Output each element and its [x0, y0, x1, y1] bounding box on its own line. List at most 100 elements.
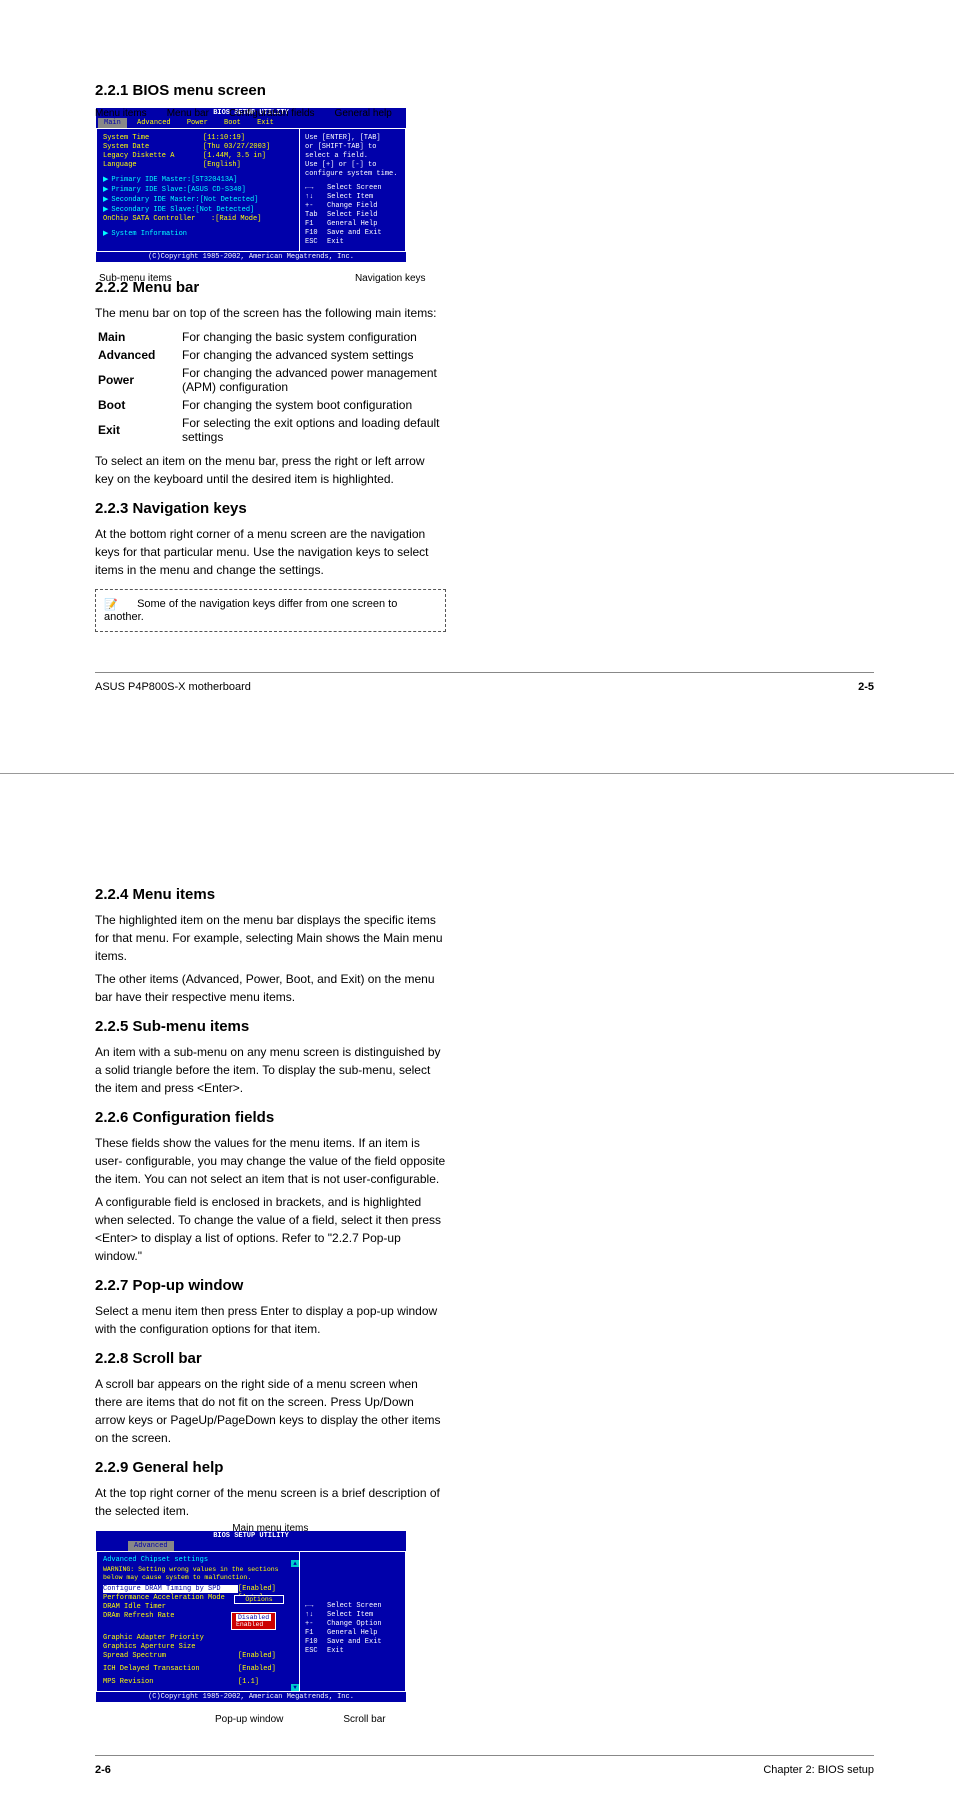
body-text: At the top right corner of the menu scre…: [95, 1484, 446, 1520]
bios-item-selected: Configure DRAM Timing by SPD: [103, 1585, 238, 1593]
bios-val: [Enabled]: [238, 1585, 276, 1593]
bios-val: :[ST320413A]: [187, 176, 237, 184]
nav-key: +-: [305, 202, 327, 210]
bios-item: Graphics Aperture Size: [103, 1643, 238, 1651]
table-val: For selecting the exit options and loadi…: [181, 415, 444, 445]
bios-item: DRAM Idle Timer: [103, 1603, 238, 1611]
triangle-icon: ▶: [103, 186, 108, 194]
bios-help-line: Use [+] or [-] to: [305, 161, 400, 169]
bios-item: ICH Delayed Transaction: [103, 1665, 238, 1673]
note-text: Some of the navigation keys differ from …: [104, 598, 397, 623]
body-text: The highlighted item on the menu bar dis…: [95, 911, 446, 965]
page-footer: 2-6 Chapter 2: BIOS setup: [95, 1755, 874, 1776]
callout-label: Menu bar: [167, 108, 209, 119]
menu-items-table: MainFor changing the basic system config…: [95, 327, 446, 447]
nav-desc: Select Screen: [327, 1602, 382, 1610]
doc-page-2: 2.2.4 Menu items The highlighted item on…: [0, 804, 954, 1816]
doc-page-1: 2.2.1 BIOS menu screen BIOS SETUP UTILIT…: [0, 0, 954, 733]
bios-tab-main: Main: [98, 118, 127, 128]
bios-subitem: Primary IDE Master: [111, 176, 187, 184]
table-val: For changing the advanced system setting…: [181, 347, 444, 363]
callout-label: Menu items: [95, 108, 147, 119]
bios-tab-power: Power: [181, 118, 214, 128]
section-title-224: 2.2.4 Menu items: [95, 886, 446, 903]
bios-val: [1.44M, 3.5 in]: [203, 152, 293, 160]
bios-val: :[Not Detected]: [191, 206, 254, 214]
nav-key: +-: [305, 1620, 327, 1628]
bios-popup-window: Disabled Enabled: [231, 1612, 276, 1630]
bios-footer: (C)Copyright 1985-2002, American Megatre…: [96, 252, 406, 262]
bios-tab-advanced: Advanced: [131, 118, 177, 128]
table-key: Advanced: [97, 347, 179, 363]
note-icon: 📝: [104, 598, 134, 611]
body-text: To select an item on the menu bar, press…: [95, 452, 446, 488]
nav-desc: Save and Exit: [327, 1638, 382, 1646]
bios-val: [11:10:19]: [203, 134, 293, 142]
bios-subitem: System Information: [111, 230, 187, 238]
nav-desc: Exit: [327, 1647, 344, 1655]
bios-help-line: select a field.: [305, 152, 400, 160]
popup-option: Disabled: [236, 1614, 271, 1621]
bios-help-panel: ←→Select Screen ↑↓Select Item +-Change O…: [300, 1552, 405, 1691]
nav-key: ESC: [305, 238, 327, 246]
body-text: A scroll bar appears on the right side o…: [95, 1375, 446, 1447]
bios-subitem: Secondary IDE Master: [111, 196, 195, 204]
footer-page-num: 2-6: [95, 1764, 111, 1776]
table-key: Boot: [97, 397, 179, 413]
table-val: For changing the advanced power manageme…: [181, 365, 444, 395]
bios-subitem: Primary IDE Slave: [111, 186, 182, 194]
nav-desc: General Help: [327, 220, 377, 228]
section-title-227: 2.2.7 Pop-up window: [95, 1277, 446, 1294]
nav-desc: Select Field: [327, 211, 377, 219]
bios-val: :[Raid Mode]: [211, 215, 261, 223]
nav-key: F1: [305, 1629, 327, 1637]
bios-item: Graphic Adapter Priority: [103, 1634, 238, 1642]
footer-page-num: 2-5: [858, 681, 874, 693]
bios-item: Performance Acceleration Mode: [103, 1594, 238, 1602]
popup-title: Options: [234, 1595, 284, 1604]
bios-val: [Enabled]: [238, 1652, 276, 1660]
bios-screenshot-main: BIOS SETUP UTILITY Main Advanced Power B…: [95, 107, 407, 263]
callout-label: Configuration fields: [229, 108, 315, 119]
section-title-221: 2.2.1 BIOS menu screen: [95, 82, 874, 99]
nav-desc: Exit: [327, 238, 344, 246]
bios-val: [1.1]: [238, 1678, 259, 1686]
nav-desc: Select Item: [327, 1611, 373, 1619]
bios-warning: WARNING: Setting wrong values in the sec…: [103, 1566, 293, 1582]
note-box: 📝 Some of the navigation keys differ fro…: [95, 589, 446, 632]
section-title-228: 2.2.8 Scroll bar: [95, 1350, 446, 1367]
bios-screenshot-advanced: BIOS SETUP UTILITY Advanced Advanced Chi…: [95, 1530, 407, 1703]
bios-val: [English]: [203, 161, 293, 169]
callout-label: Navigation keys: [355, 273, 426, 284]
bios-tab-advanced: Advanced: [128, 1541, 174, 1551]
nav-desc: Select Screen: [327, 184, 382, 192]
body-text: The menu bar on top of the screen has th…: [95, 304, 446, 322]
nav-desc: Select Item: [327, 193, 373, 201]
body-text: Select a menu item then press Enter to d…: [95, 1302, 446, 1338]
bios-val: :[ASUS CD-S340]: [183, 186, 246, 194]
body-text: An item with a sub-menu on any menu scre…: [95, 1043, 446, 1097]
triangle-icon: ▶: [103, 206, 108, 214]
bios-item: System Date: [103, 143, 203, 151]
nav-key: F1: [305, 220, 327, 228]
bios-help-line: configure system time.: [305, 170, 400, 178]
table-val: For changing the system boot configurati…: [181, 397, 444, 413]
bios-main-panel: System Time[11:10:19] System Date[Thu 03…: [97, 129, 300, 251]
scroll-down-icon: ▼: [291, 1684, 299, 1691]
bios-val: :[Not Detected]: [195, 196, 258, 204]
callout-label: General help: [335, 108, 392, 119]
bios-val: [Enabled]: [238, 1665, 276, 1673]
nav-key: ←→: [305, 184, 327, 192]
bios-subitem: Secondary IDE Slave: [111, 206, 191, 214]
footer-left: ASUS P4P800S-X motherboard: [95, 681, 251, 693]
bios-main-panel: Advanced Chipset settings WARNING: Setti…: [97, 1552, 300, 1691]
section-title-225: 2.2.5 Sub-menu items: [95, 1018, 446, 1035]
bios-footer: (C)Copyright 1985-2002, American Megatre…: [96, 1692, 406, 1702]
nav-desc: General Help: [327, 1629, 377, 1637]
nav-key: ESC: [305, 1647, 327, 1655]
page-footer: ASUS P4P800S-X motherboard 2-5: [95, 672, 874, 693]
table-key: Main: [97, 329, 179, 345]
body-text: At the bottom right corner of a menu scr…: [95, 525, 446, 579]
bios-tab-boot: Boot: [218, 118, 247, 128]
table-key: Power: [97, 365, 179, 395]
